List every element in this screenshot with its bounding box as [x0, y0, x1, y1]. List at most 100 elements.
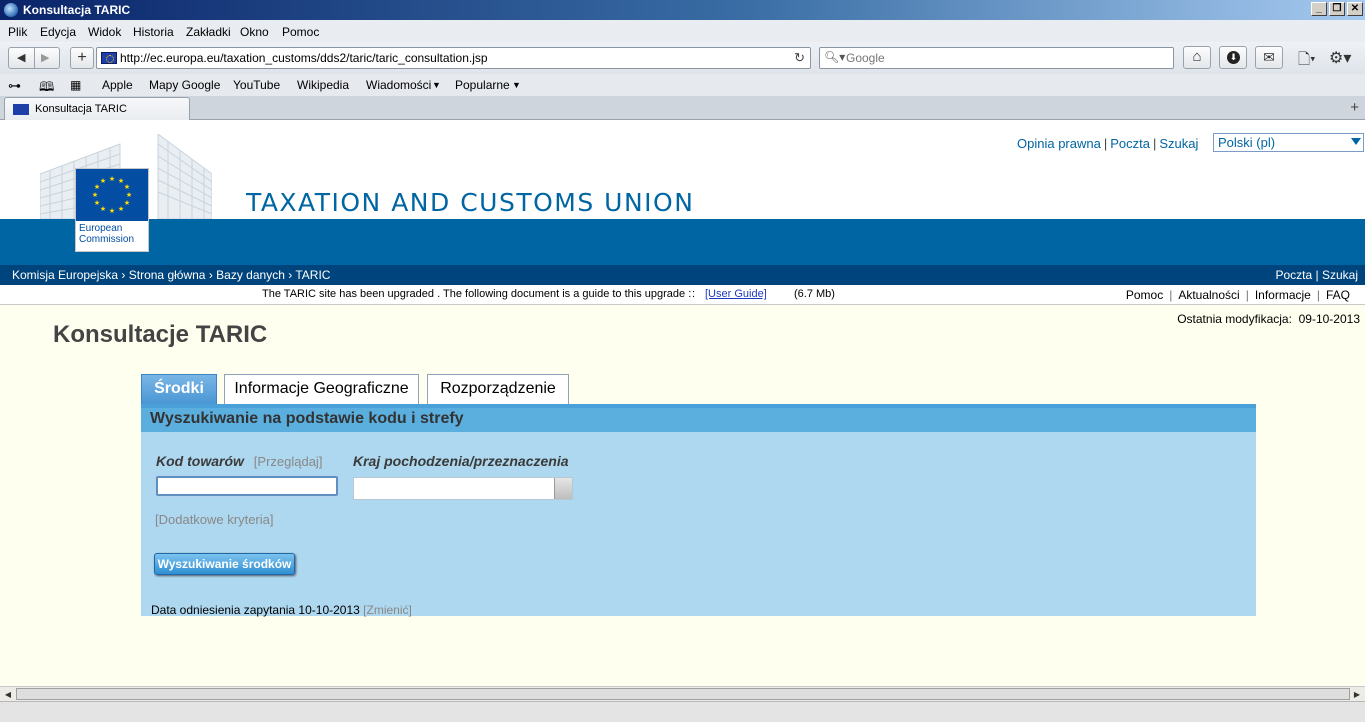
- divider: |: [1245, 288, 1249, 302]
- menu-zakladki[interactable]: Zakładki: [186, 25, 231, 39]
- back-icon[interactable]: ◀: [17, 51, 25, 64]
- svg-text:★: ★: [124, 199, 130, 207]
- page-menu-icon[interactable]: 🗋▾: [1298, 49, 1316, 74]
- kraj-select[interactable]: [353, 477, 573, 500]
- breadcrumb: Komisja Europejska › Strona główna › Baz…: [0, 265, 1365, 285]
- header-blue-band: [0, 219, 1365, 265]
- upgrade-message: The TARIC site has been upgraded . The f…: [262, 288, 692, 300]
- bookmark-mapy-google[interactable]: Mapy Google: [149, 78, 220, 92]
- kraj-label: Kraj pochodzenia/przeznaczenia: [353, 453, 569, 469]
- divider: |: [1152, 136, 1157, 151]
- chevron-down-icon: [1351, 138, 1361, 145]
- link-aktualnosci[interactable]: Aktualności: [1178, 288, 1239, 302]
- panel-header: Wyszukiwanie na podstawie kodu i strefy: [141, 408, 1256, 432]
- reload-icon[interactable]: ↻: [794, 50, 805, 66]
- logo-line1: European: [79, 223, 123, 234]
- divider: |: [1316, 288, 1320, 302]
- bookmark-wiadomosci[interactable]: Wiadomości: [366, 78, 431, 92]
- menu-historia[interactable]: Historia: [133, 25, 174, 39]
- scrollbar-thumb[interactable]: [16, 688, 1350, 700]
- divider: |: [1169, 288, 1173, 302]
- download-icon[interactable]: ⬇: [1219, 46, 1247, 69]
- grid-icon[interactable]: ▦: [70, 78, 81, 92]
- status-bar: [0, 701, 1365, 722]
- navigation-toolbar: ◀ ▶ + http://ec.europa.eu/taxation_custo…: [0, 42, 1365, 74]
- tab-srodki[interactable]: Środki: [141, 374, 217, 404]
- tab-informacje-geograficzne[interactable]: Informacje Geograficzne: [224, 374, 419, 404]
- search-placeholder: Google: [846, 51, 885, 65]
- menu-edycja[interactable]: Edycja: [40, 25, 76, 39]
- dropdown-button[interactable]: [554, 478, 572, 499]
- breadcrumb-komisja[interactable]: Komisja Europejska: [12, 268, 118, 282]
- link-opinia-prawna[interactable]: Opinia prawna: [1017, 136, 1101, 151]
- link-faq[interactable]: FAQ: [1326, 288, 1350, 302]
- svg-text:★: ★: [100, 177, 106, 185]
- breadcrumb-right-links[interactable]: Poczta | Szukaj: [1276, 268, 1359, 282]
- user-guide-link[interactable]: [User Guide]: [705, 288, 767, 300]
- svg-text:★: ★: [124, 183, 130, 191]
- minimize-button[interactable]: _: [1311, 2, 1327, 16]
- close-button[interactable]: ✕: [1347, 2, 1363, 16]
- tab-rozporzadzenie[interactable]: Rozporządzenie: [427, 374, 569, 404]
- eu-flag-favicon-icon: [101, 52, 117, 64]
- divider: |: [1103, 136, 1108, 151]
- settings-gear-icon[interactable]: ⚙▾: [1329, 48, 1351, 68]
- extra-criteria-link[interactable]: [Dodatkowe kryteria]: [155, 512, 274, 527]
- browser-app-icon: [4, 3, 18, 17]
- address-bar[interactable]: http://ec.europa.eu/taxation_customs/dds…: [96, 47, 811, 69]
- chevron-down-icon[interactable]: ▼: [512, 80, 521, 90]
- bookmark-wikipedia[interactable]: Wikipedia: [297, 78, 349, 92]
- bookmark-youtube[interactable]: YouTube: [233, 78, 280, 92]
- page-viewport: ★ ★ ★ ★ ★ ★ ★ ★ ★ ★ ★ ★ European Commission TAXAT…: [0, 120, 1365, 686]
- bookmark-popularne[interactable]: Popularne: [455, 78, 510, 92]
- link-informacje[interactable]: Informacje: [1255, 288, 1311, 302]
- bookmark-apple[interactable]: Apple: [102, 78, 133, 92]
- breadcrumb-taric[interactable]: TARIC: [295, 268, 330, 282]
- link-poczta[interactable]: Poczta: [1110, 136, 1150, 151]
- header-top-links: Opinia prawna | Poczta | Szukaj: [1017, 136, 1198, 151]
- new-tab-plus-icon[interactable]: +: [70, 47, 94, 69]
- new-tab-plus-icon[interactable]: +: [1350, 99, 1359, 116]
- restore-button[interactable]: ❐: [1329, 2, 1345, 16]
- language-select[interactable]: Polski (pl): [1213, 133, 1364, 152]
- tab-konsultacja-taric[interactable]: Konsultacja TARIC: [4, 97, 190, 120]
- svg-text:★: ★: [118, 205, 124, 213]
- kod-towarow-input[interactable]: [156, 476, 338, 496]
- link-szukaj[interactable]: Szukaj: [1159, 136, 1198, 151]
- svg-text:★: ★: [109, 207, 115, 215]
- search-box[interactable]: 🔍︎▾ Google: [819, 47, 1174, 69]
- language-value: Polski (pl): [1218, 135, 1276, 150]
- reading-glasses-icon[interactable]: ⊶: [8, 78, 21, 94]
- scroll-right-icon[interactable]: ▶: [1351, 689, 1363, 700]
- change-date-link[interactable]: [Zmienić]: [363, 603, 412, 617]
- divider: [34, 48, 35, 68]
- help-links: Pomoc | Aktualności | Informacje | FAQ: [1126, 288, 1350, 302]
- menu-okno[interactable]: Okno: [240, 25, 269, 39]
- menu-pomoc[interactable]: Pomoc: [282, 25, 319, 39]
- url-text[interactable]: http://ec.europa.eu/taxation_customs/dds…: [120, 51, 488, 65]
- page-title: Konsultacje TARIC: [53, 321, 268, 348]
- link-pomoc[interactable]: Pomoc: [1126, 288, 1163, 302]
- forward-icon[interactable]: ▶: [41, 51, 49, 64]
- svg-text:★: ★: [109, 175, 115, 183]
- menu-plik[interactable]: Plik: [8, 25, 27, 39]
- mail-icon[interactable]: ✉: [1255, 46, 1283, 69]
- logo-text: European Commission: [79, 223, 134, 245]
- search-measures-button[interactable]: Wyszukiwanie środków: [154, 553, 295, 575]
- tab-label: Konsultacja TARIC: [35, 103, 127, 115]
- scroll-left-icon[interactable]: ◀: [2, 689, 14, 700]
- breadcrumb-strona-glowna[interactable]: Strona główna: [129, 268, 206, 282]
- menu-widok[interactable]: Widok: [88, 25, 121, 39]
- browse-link[interactable]: [Przeglądaj]: [254, 454, 323, 469]
- breadcrumb-bazy-danych[interactable]: Bazy danych: [216, 268, 285, 282]
- last-modified-label: Ostatnia modyfikacja:: [1177, 312, 1292, 326]
- last-modified-value: 09-10-2013: [1298, 312, 1360, 326]
- home-icon[interactable]: ⌂: [1183, 46, 1211, 69]
- search-icon[interactable]: 🔍︎▾: [824, 50, 845, 64]
- european-commission-logo: ★ ★ ★ ★ ★ ★ ★ ★ ★ ★ ★ ★ European Commission: [75, 168, 149, 252]
- reference-date: Data odniesienia zapytania 10-10-2013 [Z…: [151, 603, 412, 617]
- last-modified: Ostatnia modyfikacja: 09-10-2013: [1177, 312, 1360, 326]
- site-title: TAXATION AND CUSTOMS UNION: [246, 188, 695, 217]
- chevron-down-icon[interactable]: ▼: [432, 80, 441, 90]
- horizontal-scrollbar[interactable]: ◀ ▶: [0, 686, 1365, 701]
